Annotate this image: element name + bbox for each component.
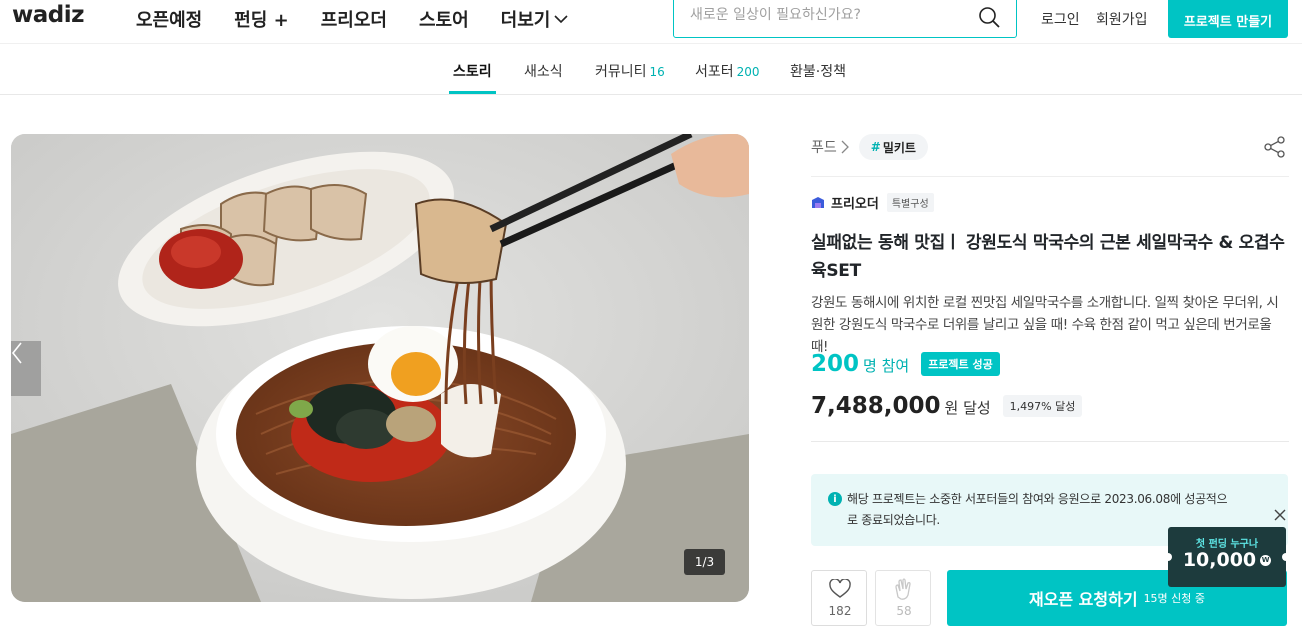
share-icon[interactable] [1264, 136, 1286, 158]
amount-value: 7,488,000 [811, 393, 941, 419]
divider [811, 176, 1289, 177]
make-project-button[interactable]: 프로젝트 만들기 [1168, 0, 1288, 38]
gallery-prev-button[interactable] [11, 341, 41, 396]
end-notice-text: 해당 프로젝트는 소중한 서포터들의 참여와 응원으로 2023.06.08에 … [847, 492, 1228, 527]
tab-news-label: 새소식 [524, 64, 563, 80]
won-icon: W [1260, 554, 1272, 566]
product-image-gallery[interactable]: 1/3 [11, 134, 749, 602]
clap-icon [895, 578, 911, 600]
search-icon[interactable] [978, 6, 1000, 28]
tab-refund-policy[interactable]: 환불·정책 [790, 61, 846, 81]
active-tab-indicator [449, 91, 496, 94]
tab-story[interactable]: 스토리 [453, 61, 492, 81]
participants-unit: 명 참여 [863, 357, 910, 375]
wadiz-logo[interactable]: wadiz [12, 2, 85, 28]
coupon-headline: 첫 펀딩 누구나 [1195, 539, 1259, 550]
reopen-sub-label: 15명 신청 중 [1143, 592, 1206, 605]
main-nav: 오픈예정 펀딩 + 프리오더 스토어 더보기 [136, 6, 600, 32]
first-funding-coupon-banner[interactable]: 첫 펀딩 누구나 10,000 W [1164, 527, 1290, 587]
hash-symbol: # [870, 140, 881, 154]
project-type-row: 프리오더 특별구성 [811, 193, 934, 212]
cheer-count: 58 [896, 604, 912, 618]
coupon-amount: 10,000 [1182, 549, 1257, 571]
info-icon: i [828, 492, 842, 506]
divider [811, 441, 1289, 442]
search-input[interactable] [690, 7, 970, 23]
cheer-button[interactable]: 58 [875, 570, 931, 626]
global-header: wadiz 오픈예정 펀딩 + 프리오더 스토어 더보기 로그인 회원가입 프로… [0, 0, 1302, 44]
nav-funding[interactable]: 펀딩 + [234, 6, 288, 32]
amount-unit: 원 달성 [944, 399, 991, 417]
tab-refund-label: 환불·정책 [790, 64, 846, 80]
nav-store[interactable]: 스토어 [419, 6, 469, 32]
close-icon[interactable] [1272, 507, 1288, 523]
like-button[interactable]: 182 [811, 570, 867, 626]
special-badge: 특별구성 [886, 193, 934, 212]
chevron-down-icon [554, 15, 568, 24]
project-description: 강원도 동해시에 위치한 로컬 찐맛집 세일막국수를 소개합니다. 일찍 찾아온… [811, 295, 1279, 355]
tab-community-label: 커뮤니티 [595, 64, 647, 80]
project-title: 실패없는 동해 맛집ㅣ 강원도식 막국수의 근본 세일막국수 & 오겹수육SET [811, 233, 1285, 281]
login-link[interactable]: 로그인 [1041, 9, 1080, 29]
search-box [673, 0, 1017, 38]
amount-stat: 7,488,000 원 달성 1,497% 달성 [811, 393, 1083, 420]
nav-more[interactable]: 더보기 [501, 6, 569, 32]
nav-more-label: 더보기 [500, 10, 551, 31]
heart-icon [829, 579, 851, 598]
tag-label: 밀키트 [882, 140, 916, 155]
tab-community-count: 16 [649, 65, 665, 79]
project-type-label: 프리오더 [831, 197, 879, 212]
tab-community[interactable]: 커뮤니티 16 [595, 61, 665, 81]
nav-upcoming[interactable]: 오픈예정 [136, 6, 202, 32]
tab-supporters[interactable]: 서포터 200 [695, 61, 760, 81]
like-count: 182 [828, 604, 852, 618]
product-photo [11, 134, 749, 602]
category-link[interactable]: 푸드 [811, 137, 849, 157]
tab-news[interactable]: 새소식 [524, 61, 563, 81]
chevron-right-icon [841, 140, 849, 154]
success-badge: 프로젝트 성공 [921, 352, 1000, 376]
tab-story-label: 스토리 [453, 64, 492, 80]
category-label: 푸드 [811, 140, 837, 156]
participants-count: 200 [811, 351, 860, 377]
preorder-icon [812, 196, 824, 208]
achievement-rate: 1,497% 달성 [1002, 395, 1083, 417]
coupon-amount-row: 10,000 W [1168, 549, 1286, 571]
participants-stat: 200 명 참여 프로젝트 성공 [811, 351, 1000, 379]
tab-supporters-label: 서포터 [695, 64, 734, 80]
category-row: 푸드 # 밀키트 [811, 134, 928, 160]
tab-supporters-count: 200 [736, 65, 760, 79]
reopen-label: 재오픈 요청하기 [1028, 590, 1138, 609]
project-tabs: 스토리 새소식 커뮤니티 16 서포터 200 환불·정책 [0, 45, 1302, 95]
signup-link[interactable]: 회원가입 [1096, 9, 1148, 29]
chevron-left-icon [11, 342, 22, 364]
nav-preorder[interactable]: 프리오더 [321, 6, 387, 32]
gallery-page-indicator: 1/3 [684, 549, 725, 575]
tag-mealkit[interactable]: # 밀키트 [858, 134, 928, 160]
